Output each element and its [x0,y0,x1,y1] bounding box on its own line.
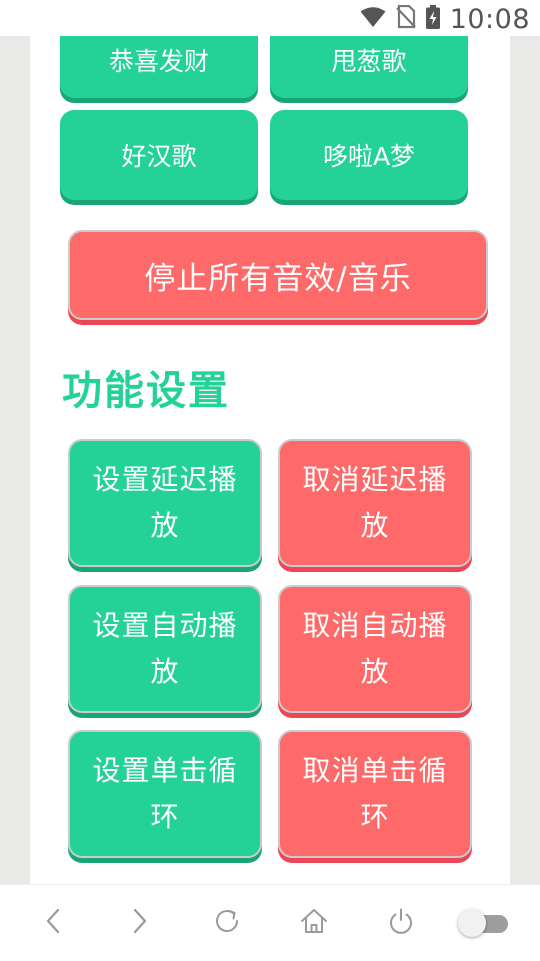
song-button-gongxi-facai[interactable]: 恭喜发财 [60,36,258,98]
power-button[interactable] [381,903,421,943]
no-sim-icon [395,4,416,33]
forward-button[interactable] [120,903,160,943]
set-auto-play-button[interactable]: 设置自动播放 [68,585,262,713]
section-title-settings: 功能设置 [62,368,230,414]
song-button-label: 好汉歌 [121,142,197,171]
main-content: 恭喜发财 甩葱歌 好汉歌 哆啦A梦 停止所有音效/音乐 功能设置 设置延迟播放 … [30,36,510,884]
refresh-button[interactable] [207,903,247,943]
song-button-shuaicong-ge[interactable]: 甩葱歌 [270,36,468,98]
toggle-switch[interactable] [458,909,510,937]
battery-charging-icon [425,5,440,33]
song-button-doraemon[interactable]: 哆啦A梦 [270,110,468,200]
refresh-icon [212,906,242,940]
bottom-navigation [0,884,540,961]
button-label: 设置自动播放 [92,609,238,688]
stop-all-label: 停止所有音效/音乐 [144,260,412,297]
home-button[interactable] [294,903,334,943]
song-button-label: 甩葱歌 [331,47,407,76]
toggle-knob [458,909,486,937]
song-button-label: 哆啦A梦 [322,142,416,171]
back-button[interactable] [33,903,73,943]
status-bar: 10:08 [0,0,540,36]
wifi-icon [360,6,386,32]
power-icon [386,906,416,940]
status-icons: 10:08 [360,3,530,35]
cancel-auto-play-button[interactable]: 取消自动播放 [278,585,472,713]
status-time: 10:08 [449,3,530,35]
song-button-label: 恭喜发财 [108,47,209,76]
button-label: 设置延迟播放 [92,463,238,542]
button-label: 取消自动播放 [302,609,448,688]
button-label: 取消延迟播放 [302,463,448,542]
cancel-delay-play-button[interactable]: 取消延迟播放 [278,439,472,567]
set-click-loop-button[interactable]: 设置单击循环 [68,730,262,858]
forward-icon [130,907,150,939]
set-delay-play-button[interactable]: 设置延迟播放 [68,439,262,567]
back-icon [43,907,63,939]
stop-all-button[interactable]: 停止所有音效/音乐 [68,230,488,320]
button-label: 取消单击循环 [302,754,448,833]
button-label: 设置单击循环 [92,754,238,833]
song-button-haohan-ge[interactable]: 好汉歌 [60,110,258,200]
home-icon [299,906,329,940]
cancel-click-loop-button[interactable]: 取消单击循环 [278,730,472,858]
